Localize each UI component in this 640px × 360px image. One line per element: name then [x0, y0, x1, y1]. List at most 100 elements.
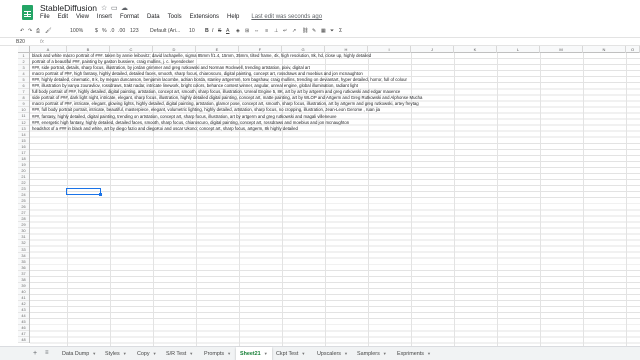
menu-view[interactable]: View: [76, 14, 89, 24]
font-size-select[interactable]: 10: [189, 28, 195, 34]
column-header-c[interactable]: C: [110, 46, 153, 53]
column-header-j[interactable]: J: [411, 46, 454, 53]
sheet-tab-label: Sheet21: [240, 351, 261, 357]
row-header-48[interactable]: 48: [18, 337, 29, 344]
selected-cell-b20[interactable]: [66, 188, 102, 196]
menu-help[interactable]: Help: [227, 14, 239, 24]
paint-format-icon[interactable]: 🖌: [45, 28, 52, 34]
insert-comment-icon[interactable]: ✎: [312, 28, 316, 34]
select-all-corner[interactable]: [18, 46, 30, 53]
column-header-o[interactable]: O: [626, 46, 640, 53]
sheet-tab-expriments[interactable]: Expriments ▼: [393, 347, 435, 360]
menu-tools[interactable]: Tools: [168, 14, 182, 24]
sheet-tab-copy[interactable]: Copy ▼: [133, 347, 161, 360]
cell-a13[interactable]: headshot of a ### in black and white, ar…: [32, 126, 298, 132]
sheet-tab-samplers[interactable]: Samplers ▼: [353, 347, 391, 360]
filter-icon[interactable]: ⏷: [330, 28, 334, 35]
sheet-tab-ckpt-test[interactable]: Ckpt Test ▼: [272, 347, 309, 360]
column-header-a[interactable]: A: [30, 46, 67, 53]
merge-cells-icon[interactable]: ⇔: [254, 28, 259, 34]
column-header-b[interactable]: B: [67, 46, 110, 53]
chevron-down-icon[interactable]: ▼: [344, 351, 348, 356]
sheet-tab-data-dump[interactable]: Data Dump ▼: [58, 347, 100, 360]
sheet-tab-upscalers[interactable]: Upscalers ▼: [313, 347, 352, 360]
zoom-select[interactable]: 100%: [70, 28, 83, 34]
borders-icon[interactable]: ⊞: [245, 28, 249, 34]
sheet-tab-label: Prompts: [204, 351, 225, 357]
move-folder-icon[interactable]: ▭: [111, 4, 118, 12]
fx-icon: fx: [40, 39, 44, 45]
sheet-tab-label: Ckpt Test: [276, 351, 299, 357]
sheet-tab-sheet21[interactable]: Sheet21 ▼: [236, 347, 272, 360]
column-header-g[interactable]: G: [282, 46, 325, 53]
column-header-k[interactable]: K: [454, 46, 497, 53]
percent-format-button[interactable]: %: [102, 28, 107, 34]
chevron-down-icon[interactable]: ▼: [227, 351, 231, 356]
italic-icon[interactable]: I: [212, 28, 213, 34]
insert-link-icon[interactable]: ⛓: [302, 28, 309, 34]
decrease-decimal-button[interactable]: .0: [110, 28, 114, 34]
undo-icon[interactable]: ↶: [20, 28, 24, 34]
column-header-n[interactable]: N: [583, 46, 626, 53]
chevron-down-icon[interactable]: ▼: [427, 351, 431, 356]
sheet-tab-s-r-test[interactable]: S/R Test ▼: [162, 347, 197, 360]
column-header-m[interactable]: M: [540, 46, 583, 53]
sheet-grid[interactable]: ABCDEFGHIJKLMNO 1 2 3 4 5 6 7 8 9 10 11 12 13 14 15 16 1…: [0, 46, 640, 346]
chevron-down-icon[interactable]: ▼: [189, 351, 193, 356]
chevron-down-icon[interactable]: ▼: [153, 351, 157, 356]
sheets-logo-icon[interactable]: [22, 5, 33, 20]
sheet-tab-label: S/R Test: [166, 351, 187, 357]
sheet-tab-label: Samplers: [357, 351, 380, 357]
menu-edit[interactable]: Edit: [58, 14, 68, 24]
spreadsheet-app: StableDiffusion ☆ ▭ ☁ File Edit View Ins…: [0, 0, 640, 360]
menu-file[interactable]: File: [40, 14, 50, 24]
cloud-status-icon[interactable]: ☁: [121, 4, 128, 12]
column-header-l[interactable]: L: [497, 46, 540, 53]
number-format-button[interactable]: 123: [130, 28, 139, 34]
sheet-tab-styles[interactable]: Styles ▼: [101, 347, 131, 360]
print-icon[interactable]: ⎙: [36, 28, 40, 35]
chevron-down-icon[interactable]: ▼: [264, 351, 268, 356]
chevron-down-icon[interactable]: ▼: [123, 351, 127, 356]
font-select[interactable]: Default (Ari...: [150, 28, 180, 34]
insert-chart-icon[interactable]: ▦: [321, 28, 326, 34]
cell-area[interactable]: black and white macro portrait of ###. t…: [30, 53, 640, 346]
chevron-down-icon[interactable]: ▼: [92, 351, 96, 356]
menu-bar: File Edit View Insert Format Data Tools …: [40, 14, 322, 24]
chevron-down-icon[interactable]: ▼: [383, 351, 387, 356]
sheet-tab-label: Data Dump: [62, 351, 90, 357]
name-box[interactable]: B20: [16, 39, 25, 45]
strikethrough-icon[interactable]: S: [218, 28, 221, 34]
increase-decimal-button[interactable]: .00: [118, 28, 125, 34]
sheet-tab-prompts[interactable]: Prompts ▼: [200, 347, 235, 360]
document-title[interactable]: StableDiffusion: [40, 3, 97, 13]
add-sheet-icon[interactable]: +: [33, 350, 37, 357]
column-header-e[interactable]: E: [196, 46, 239, 53]
menu-data[interactable]: Data: [147, 14, 160, 24]
column-headers: ABCDEFGHIJKLMNO: [30, 46, 640, 53]
text-wrap-icon[interactable]: ↵: [283, 28, 287, 34]
sheet-tab-label: Upscalers: [317, 351, 341, 357]
currency-format-button[interactable]: $: [95, 28, 98, 34]
last-edit-link[interactable]: Last edit was seconds ago: [251, 14, 322, 24]
text-rotation-icon[interactable]: ↗: [292, 28, 296, 34]
fill-color-icon[interactable]: ◈: [236, 28, 240, 34]
menu-extensions[interactable]: Extensions: [190, 14, 219, 24]
column-header-h[interactable]: H: [325, 46, 368, 53]
all-sheets-icon[interactable]: ≡: [45, 350, 49, 356]
menu-insert[interactable]: Insert: [97, 14, 112, 24]
text-color-icon[interactable]: A: [226, 28, 229, 34]
column-header-i[interactable]: I: [368, 46, 411, 53]
redo-icon[interactable]: ↷: [28, 28, 32, 34]
chevron-down-icon[interactable]: ▼: [301, 351, 305, 356]
column-header-d[interactable]: D: [153, 46, 196, 53]
column-header-f[interactable]: F: [239, 46, 282, 53]
functions-icon[interactable]: Σ: [339, 28, 342, 34]
menu-format[interactable]: Format: [120, 14, 139, 24]
vertical-align-icon[interactable]: ⊥: [274, 28, 279, 34]
horizontal-align-icon[interactable]: ≡: [265, 28, 268, 34]
star-icon[interactable]: ☆: [101, 4, 107, 12]
formula-bar: B20 fx: [0, 37, 640, 46]
row-headers: 1 2 3 4 5 6 7 8 9 10 11 12 13 14 15 16 17 18 19 20 21 22 23 24 2…: [18, 53, 30, 344]
bold-icon[interactable]: B: [205, 28, 209, 34]
